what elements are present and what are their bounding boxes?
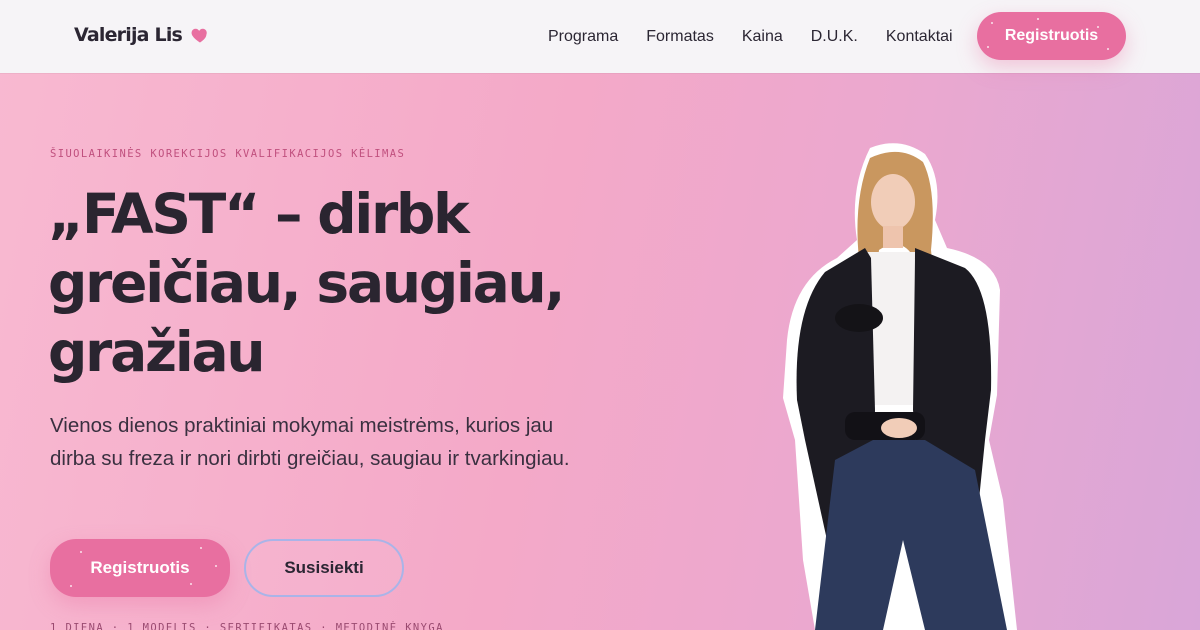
nav-programa[interactable]: Programa: [548, 28, 618, 46]
nav-formatas[interactable]: Formatas: [646, 28, 714, 46]
sparkle-dot: [1107, 48, 1109, 50]
sparkle-dot: [200, 547, 202, 549]
sparkle-dot: [80, 551, 82, 553]
sparkle-dot: [215, 565, 217, 567]
logo-text: Valerija Lis: [74, 24, 183, 46]
main-nav: Programa Formatas Kaina D.U.K. Kontaktai: [548, 0, 981, 73]
landing-page: Valerija Lis Programa Formatas Kaina D.U…: [0, 0, 1200, 630]
heart-icon: [191, 28, 207, 43]
site-header: Valerija Lis Programa Formatas Kaina D.U…: [0, 0, 1200, 73]
hero-contact-label: Susisiekti: [284, 558, 364, 577]
nav-kontaktai[interactable]: Kontaktai: [886, 28, 953, 46]
nav-duk[interactable]: D.U.K.: [811, 28, 858, 46]
nav-kaina[interactable]: Kaina: [742, 28, 783, 46]
hero-headline: „FAST“ – dirbk greičiau, saugiau, gražia…: [48, 182, 565, 384]
hero-contact-button[interactable]: Susisiekti: [244, 539, 404, 597]
sparkle-dot: [991, 22, 993, 24]
hero-subtext: Vienos dienos praktiniai mokymai meistrė…: [50, 414, 570, 470]
sparkle-dot: [190, 583, 192, 585]
sparkle-dot: [1037, 18, 1039, 20]
sparkle-dot: [987, 46, 989, 48]
sparkle-dot: [1097, 26, 1099, 28]
header-register-label: Registruotis: [1004, 27, 1099, 44]
portrait-photo: [783, 143, 1017, 630]
hero-footnote: 1 DIENA · 1 MODELIS · SERTIFIKATAS · MET…: [50, 622, 444, 630]
logo[interactable]: Valerija Lis: [74, 24, 210, 46]
hero-register-button[interactable]: Registruotis: [50, 539, 230, 597]
sparkle-dot: [70, 585, 72, 587]
hero-register-label: Registruotis: [90, 558, 190, 577]
header-register-button[interactable]: Registruotis: [977, 12, 1126, 60]
hero-eyebrow: ŠIUOLAIKINĖS KOREKCIJOS KVALIFIKACIJOS K…: [50, 148, 406, 160]
